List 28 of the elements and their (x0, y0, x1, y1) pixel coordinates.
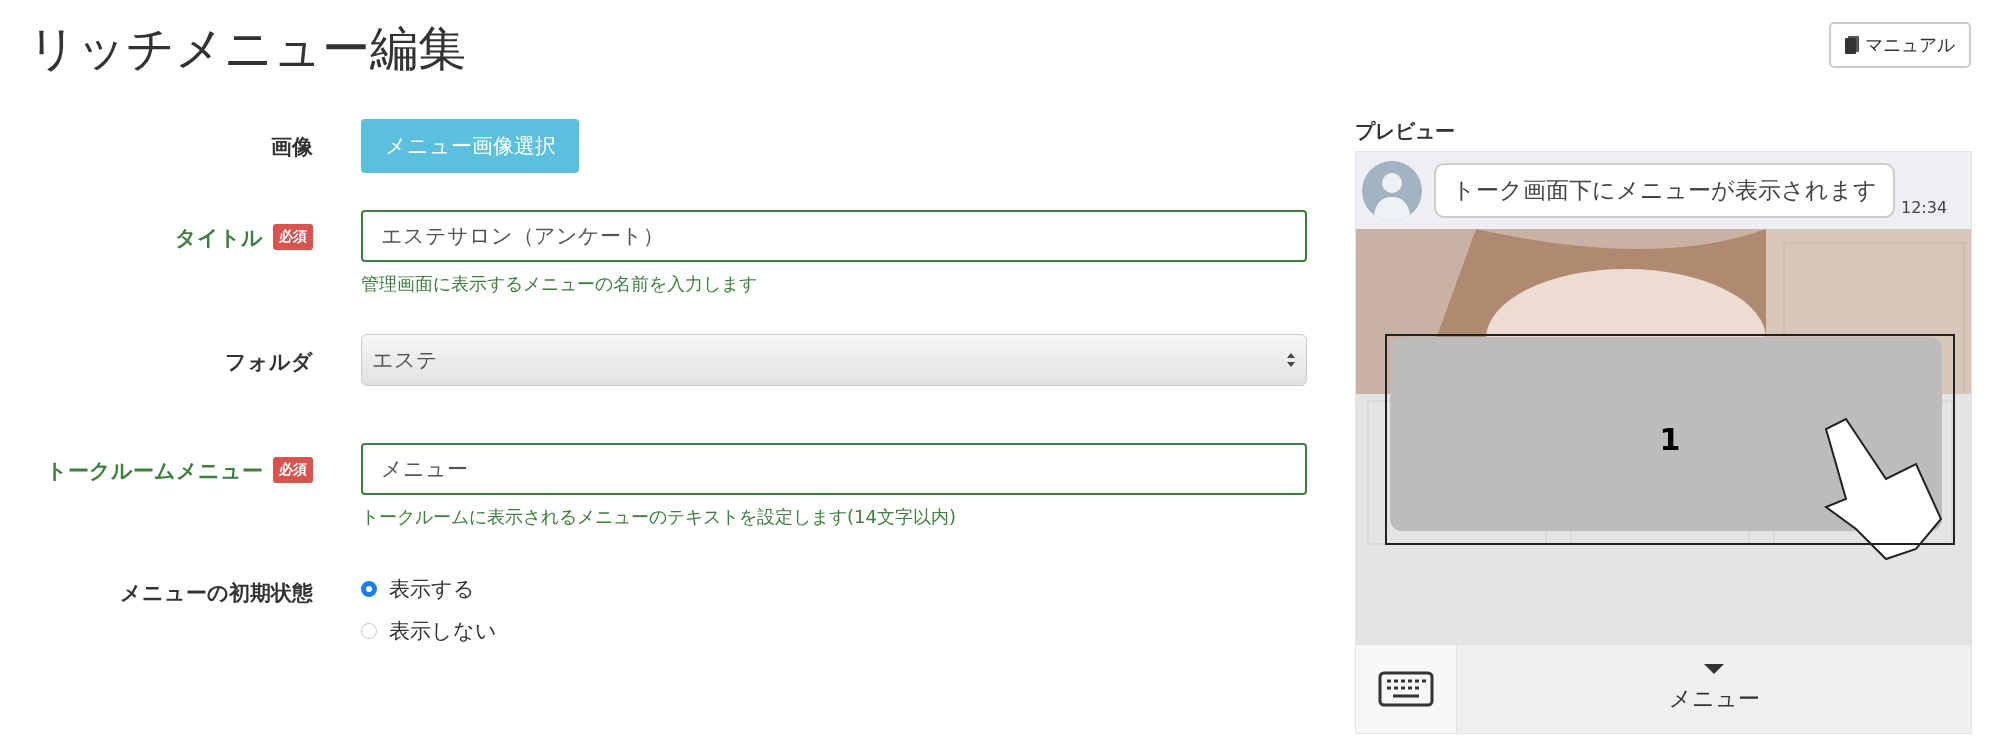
tap-area-outline[interactable]: 1 (1385, 334, 1955, 545)
preview-title: プレビュー (1355, 118, 1456, 145)
required-badge: 必須 (273, 457, 313, 483)
radio-option[interactable]: 表示する (361, 575, 1307, 603)
page-title: リッチメニュー編集 (28, 19, 466, 78)
text-field[interactable]: メニュー (361, 443, 1307, 495)
chat-bubble: トーク画面下にメニューが表示されます (1434, 163, 1895, 218)
field-label: 画像 (271, 134, 313, 161)
radio-button[interactable] (361, 581, 377, 597)
book-icon (1845, 36, 1859, 54)
manual-button[interactable]: マニュアル (1829, 22, 1971, 68)
required-badge: 必須 (273, 224, 313, 250)
field-label: トークルームメニュー (46, 458, 263, 485)
help-text: トークルームに表示されるメニューのテキストを設定します(14文字以内) (361, 505, 957, 529)
menu-toggle[interactable]: メニュー (1457, 645, 1971, 733)
text-field[interactable]: エステサロン（アンケート） (361, 210, 1307, 262)
radio-button[interactable] (361, 623, 377, 639)
updown-arrow-icon (1286, 352, 1296, 368)
field-label: メニューの初期状態 (120, 580, 313, 607)
keyboard-icon[interactable] (1378, 671, 1434, 707)
field-label: タイトル (175, 225, 263, 252)
field-label: フォルダ (225, 349, 313, 376)
radio-option[interactable]: 表示しない (361, 617, 1307, 645)
avatar-icon (1362, 160, 1422, 221)
caret-icon (1704, 664, 1724, 674)
help-text: 管理画面に表示するメニューの名前を入力します (361, 272, 758, 296)
message-time: 12:34 (1901, 198, 1948, 217)
folder-select[interactable]: エステ (361, 334, 1307, 386)
